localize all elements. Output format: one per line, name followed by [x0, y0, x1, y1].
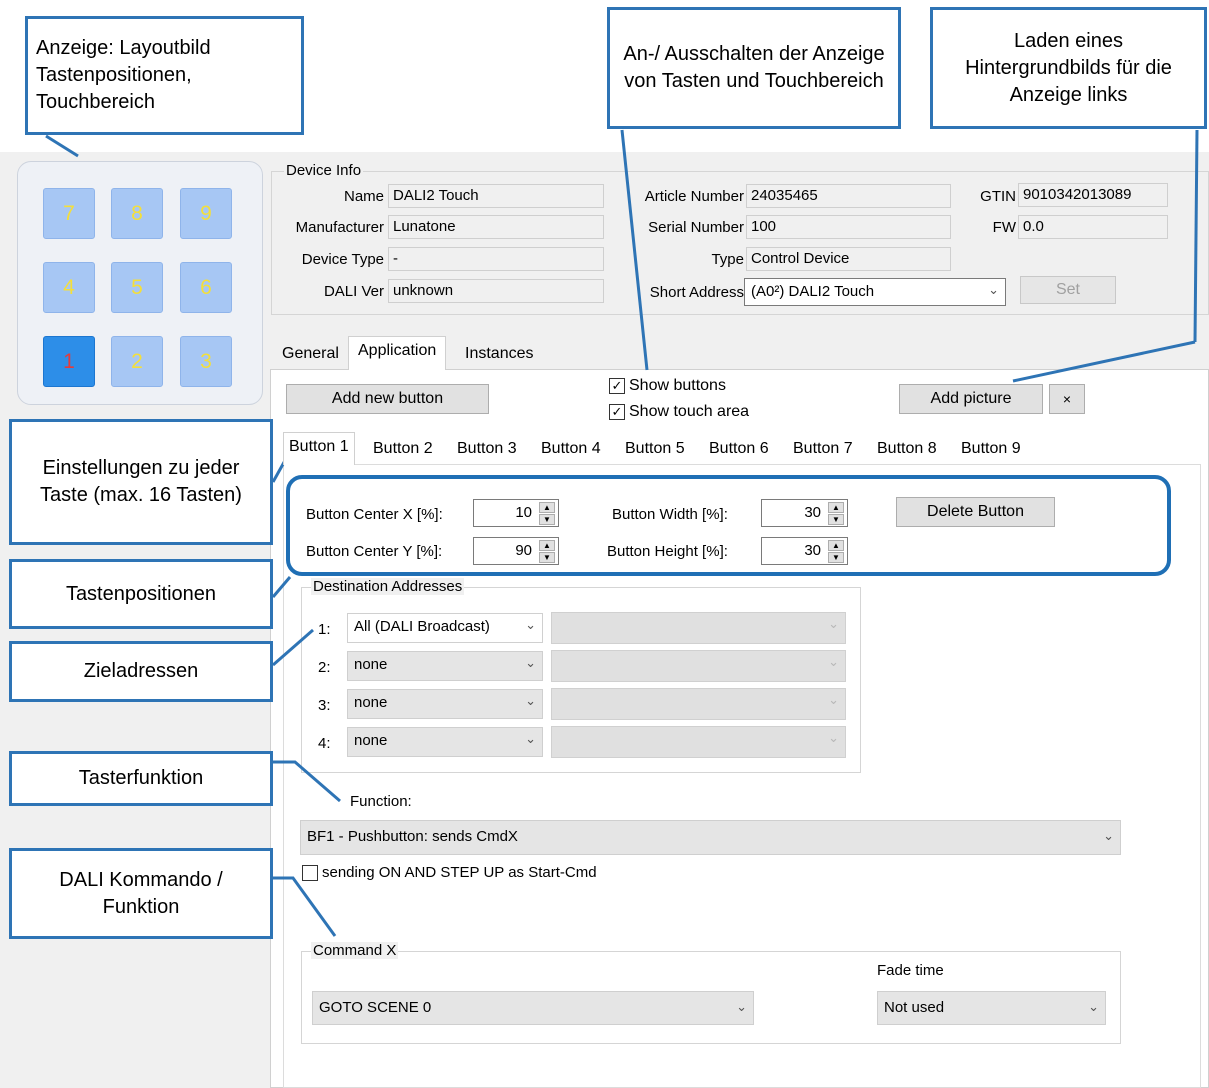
- callout-toggle-text: An-/ Ausschalten der Anzeige von Tasten …: [623, 43, 885, 92]
- callout-command: DALI Kommando / Funktion: [9, 848, 273, 939]
- callout-background-text: Laden eines Hintergrundbilds für die Anz…: [965, 29, 1172, 106]
- callout-destinations-text: Zieladressen: [83, 660, 199, 682]
- callout-positions: Tastenpositionen: [9, 559, 273, 629]
- callout-command-text: DALI Kommando / Funktion: [59, 868, 223, 918]
- callout-layout: Anzeige: Layoutbild Tastenpositionen, To…: [25, 16, 304, 135]
- callout-toggle: An-/ Ausschalten der Anzeige von Tasten …: [607, 7, 901, 129]
- callout-function: Tasterfunktion: [9, 751, 273, 806]
- callout-settings: Einstellungen zu jeder Taste (max. 16 Ta…: [9, 419, 273, 545]
- callout-function-text: Tasterfunktion: [78, 767, 204, 789]
- tab-button-1[interactable]: Button 1: [283, 432, 355, 465]
- callout-background: Laden eines Hintergrundbilds für die Anz…: [930, 7, 1207, 129]
- callout-layout-text: Anzeige: Layoutbild Tastenpositionen, To…: [36, 37, 211, 113]
- callout-destinations: Zieladressen: [9, 641, 273, 702]
- callout-settings-text: Einstellungen zu jeder Taste (max. 16 Ta…: [40, 457, 242, 506]
- callout-positions-text: Tastenpositionen: [65, 582, 217, 605]
- tab-application[interactable]: Application: [348, 336, 447, 370]
